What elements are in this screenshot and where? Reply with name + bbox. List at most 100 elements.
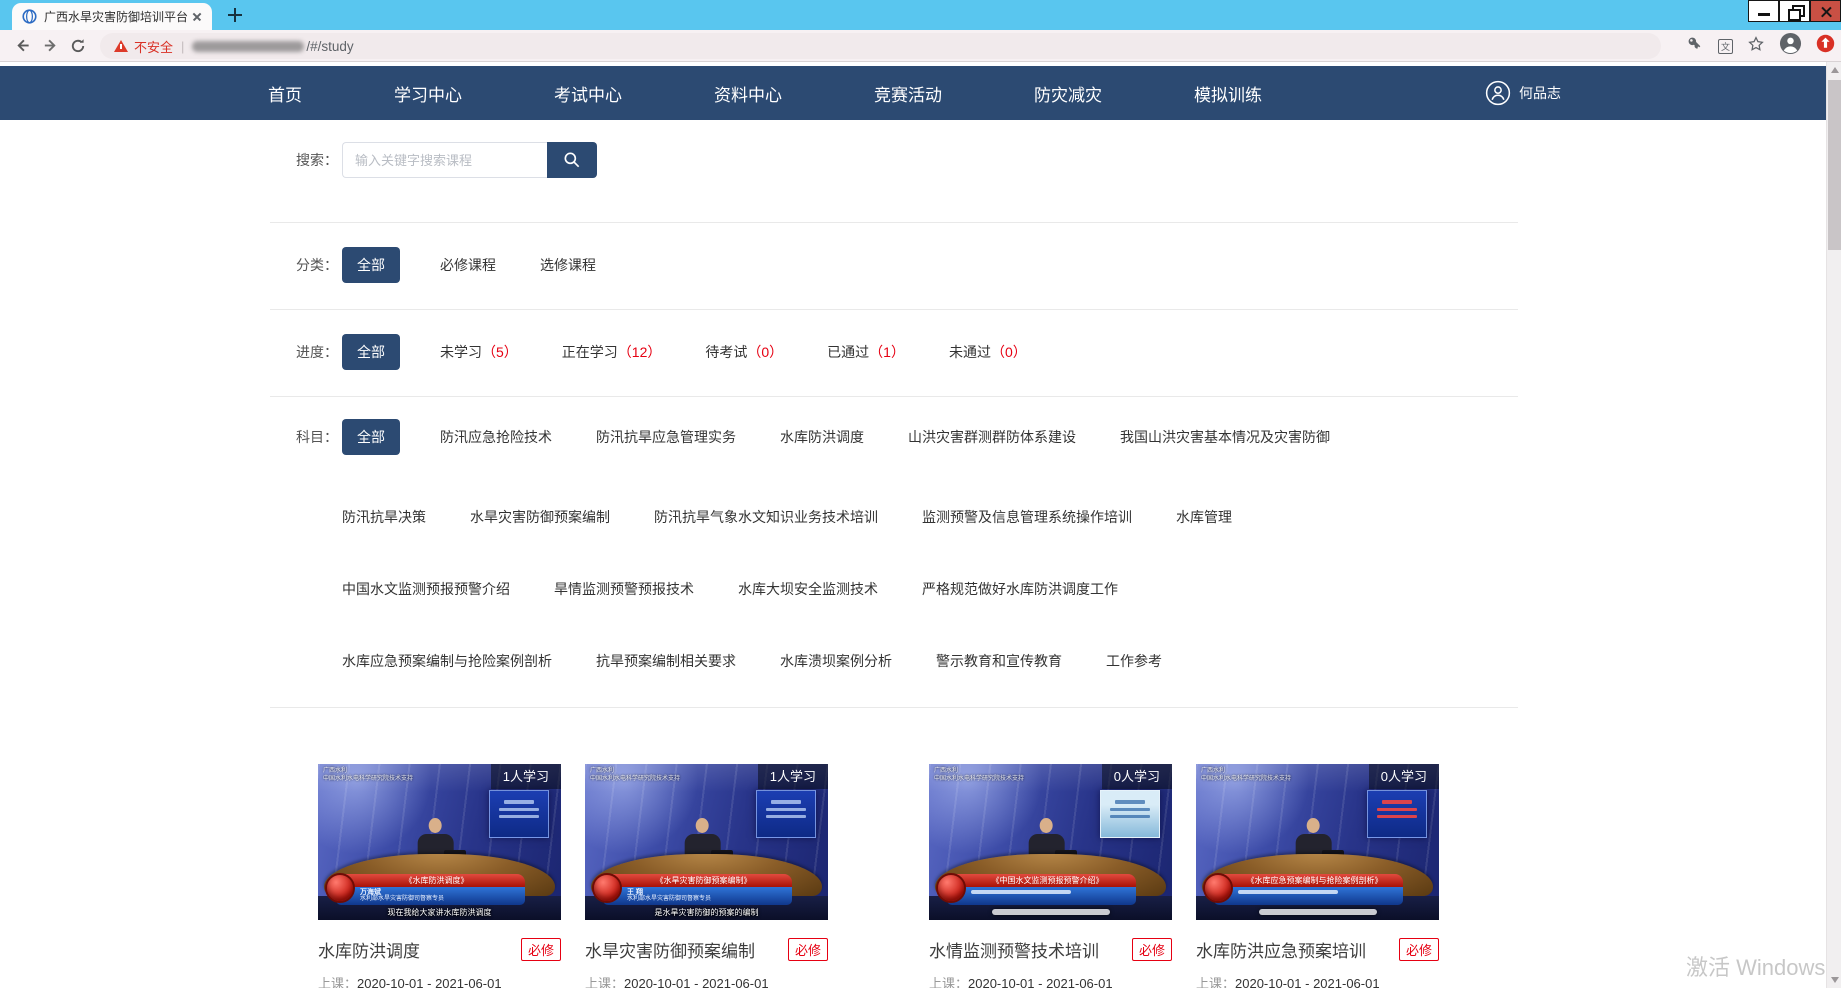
- subject-option[interactable]: 水库溃坝案例分析: [780, 651, 892, 671]
- bookmark-star-icon[interactable]: [1747, 35, 1765, 58]
- progress-not-started[interactable]: 未学习（5）: [440, 342, 518, 362]
- studio-screen: [489, 790, 549, 838]
- window-minimize-button[interactable]: [1748, 0, 1779, 22]
- subject-option[interactable]: 中国水文监测预报预警介绍: [342, 579, 510, 599]
- subject-option[interactable]: 防汛抗旱决策: [342, 507, 426, 527]
- url-host-redacted: [192, 41, 304, 52]
- subject-option[interactable]: 抗旱预案编制相关要求: [596, 651, 736, 671]
- progress-filter-row: 进度： 全部 未学习（5） 正在学习（12） 待考试（0） 已通过（1） 未通过…: [270, 310, 1518, 397]
- search-icon: [562, 150, 582, 170]
- video-caption: 是水旱灾害防御的预案的编制: [585, 906, 828, 919]
- subject-option[interactable]: 防汛抗旱应急管理实务: [596, 427, 736, 447]
- ssl-warning-icon[interactable]: [114, 40, 128, 52]
- subject-option[interactable]: 防汛应急抢险技术: [440, 427, 552, 447]
- window-close-button[interactable]: [1810, 0, 1841, 22]
- category-filter-row: 分类： 全部 必修课程 选修课程: [270, 223, 1518, 310]
- browser-tab[interactable]: 广西水旱灾害防御培训平台: [12, 3, 212, 30]
- progress-passed[interactable]: 已通过（1）: [827, 342, 905, 362]
- thumbnail-brand-text: 广西水利中国水利水电科学研究院技术支持: [934, 767, 1024, 783]
- lower-third-banner: 《中国水文监测预报预警介绍》: [947, 874, 1136, 905]
- course-thumbnail[interactable]: 广西水利中国水利水电科学研究院技术支持 《水库应急预案编制与抢险案例剖析》 0人…: [1196, 764, 1439, 920]
- lower-third-banner: 《水旱灾害防御预案编制》 王 翔水利部水旱灾害防御司督察专员: [603, 874, 792, 905]
- category-required[interactable]: 必修课程: [440, 255, 496, 275]
- progress-failed[interactable]: 未通过（0）: [949, 342, 1027, 362]
- search-input[interactable]: [342, 142, 547, 178]
- category-elective[interactable]: 选修课程: [540, 255, 596, 275]
- studio-screen: [1367, 790, 1427, 838]
- subject-label: 科目：: [270, 419, 328, 455]
- subject-all-button[interactable]: 全部: [342, 419, 400, 455]
- progress-all-button[interactable]: 全部: [342, 334, 400, 370]
- url-separator: |: [181, 39, 184, 54]
- learner-count-badge: 0人学习: [1369, 764, 1439, 789]
- user-menu[interactable]: 何品志: [1485, 80, 1561, 106]
- browser-profile-icon[interactable]: [1779, 32, 1802, 60]
- search-row: 搜索：: [270, 120, 1518, 223]
- lower-third-banner: 《水库应急预案编制与抢险案例剖析》: [1214, 874, 1403, 905]
- nav-item-simulation[interactable]: 模拟训练: [1194, 81, 1262, 106]
- nav-item-exam-center[interactable]: 考试中心: [554, 81, 622, 106]
- url-bar[interactable]: 不安全 | /#/study: [100, 33, 1661, 59]
- course-title[interactable]: 水库防洪调度: [318, 937, 420, 962]
- course-thumbnail[interactable]: 广西水利中国水利水电科学研究院技术支持 《中国水文监测预报预警介绍》 0人学习: [929, 764, 1172, 920]
- course-title[interactable]: 水旱灾害防御预案编制: [585, 937, 755, 962]
- subject-option[interactable]: 水库应急预案编制与抢险案例剖析: [342, 651, 552, 671]
- course-card: 广西水利中国水利水电科学研究院技术支持 《水库应急预案编制与抢险案例剖析》 0人…: [1196, 764, 1439, 988]
- progress-pending-exam[interactable]: 待考试（0）: [705, 342, 783, 362]
- studio-screen: [756, 790, 816, 838]
- search-label: 搜索：: [270, 142, 328, 178]
- course-thumbnail[interactable]: 广西水利中国水利水电科学研究院技术支持 《水旱灾害防御预案编制》 王 翔水利部水…: [585, 764, 828, 920]
- browser-toolbar: 不安全 | /#/study 文: [0, 30, 1841, 62]
- subject-option[interactable]: 监测预警及信息管理系统操作培训: [922, 507, 1132, 527]
- subject-option[interactable]: 水库防洪调度: [780, 427, 864, 447]
- scrollbar-up-arrow[interactable]: [1831, 67, 1839, 73]
- forward-button[interactable]: [36, 33, 64, 59]
- subject-option[interactable]: 水库管理: [1176, 507, 1232, 527]
- studio-logo-icon: [325, 873, 355, 903]
- learner-count-badge: 0人学习: [1102, 764, 1172, 789]
- page-scrollbar[interactable]: [1826, 62, 1841, 988]
- course-title[interactable]: 水库防洪应急预案培训: [1196, 937, 1366, 962]
- subject-option[interactable]: 水旱灾害防御预案编制: [470, 507, 610, 527]
- subject-option[interactable]: 警示教育和宣传教育: [936, 651, 1062, 671]
- nav-item-material-center[interactable]: 资料中心: [714, 81, 782, 106]
- url-path: /#/study: [306, 39, 353, 54]
- studio-logo-icon: [1203, 873, 1233, 903]
- user-icon: [1485, 80, 1511, 106]
- class-time: 2020-10-01 - 2021-06-01: [357, 976, 502, 988]
- video-caption: [929, 906, 1172, 919]
- window-maximize-button[interactable]: [1779, 0, 1810, 22]
- browser-update-icon[interactable]: [1816, 34, 1835, 58]
- search-button[interactable]: [547, 142, 597, 178]
- nav-item-disaster-reduction[interactable]: 防灾减灾: [1034, 81, 1102, 106]
- scrollbar-down-arrow[interactable]: [1831, 977, 1839, 983]
- subject-option[interactable]: 我国山洪灾害基本情况及灾害防御: [1120, 427, 1330, 447]
- subject-option[interactable]: 严格规范做好水库防洪调度工作: [922, 579, 1118, 599]
- learner-count-badge: 1人学习: [491, 764, 561, 789]
- translate-icon[interactable]: 文: [1718, 39, 1733, 54]
- required-badge: 必修: [1132, 938, 1172, 961]
- course-thumbnail[interactable]: 广西水利中国水利水电科学研究院技术支持 《水库防洪调度》 万海斌水利部水旱灾害防…: [318, 764, 561, 920]
- reload-button[interactable]: [64, 33, 92, 59]
- tab-favicon: [22, 9, 37, 24]
- subject-option[interactable]: 工作参考: [1106, 651, 1162, 671]
- subject-option[interactable]: 水库大坝安全监测技术: [738, 579, 878, 599]
- nav-item-study-center[interactable]: 学习中心: [394, 81, 462, 106]
- progress-in-progress[interactable]: 正在学习（12）: [562, 342, 662, 362]
- key-icon[interactable]: [1686, 35, 1704, 58]
- scrollbar-thumb[interactable]: [1828, 80, 1841, 250]
- back-button[interactable]: [8, 33, 36, 59]
- security-label[interactable]: 不安全: [134, 37, 173, 56]
- course-title[interactable]: 水情监测预警技术培训: [929, 937, 1099, 962]
- nav-item-competition[interactable]: 竞赛活动: [874, 81, 942, 106]
- nav-menu: 首页 学习中心 考试中心 资料中心 竞赛活动 防灾减灾 模拟训练: [268, 81, 1262, 106]
- course-card: 广西水利中国水利水电科学研究院技术支持 《水旱灾害防御预案编制》 王 翔水利部水…: [585, 764, 828, 988]
- subject-option[interactable]: 山洪灾害群测群防体系建设: [908, 427, 1076, 447]
- tab-title: 广西水旱灾害防御培训平台: [44, 8, 190, 25]
- subject-option[interactable]: 旱情监测预警预报技术: [554, 579, 694, 599]
- category-all-button[interactable]: 全部: [342, 247, 400, 283]
- new-tab-button[interactable]: [228, 8, 242, 22]
- nav-item-home[interactable]: 首页: [268, 81, 302, 106]
- subject-option[interactable]: 防汛抗旱气象水文知识业务技术培训: [654, 507, 878, 527]
- tab-close-icon[interactable]: [190, 10, 204, 24]
